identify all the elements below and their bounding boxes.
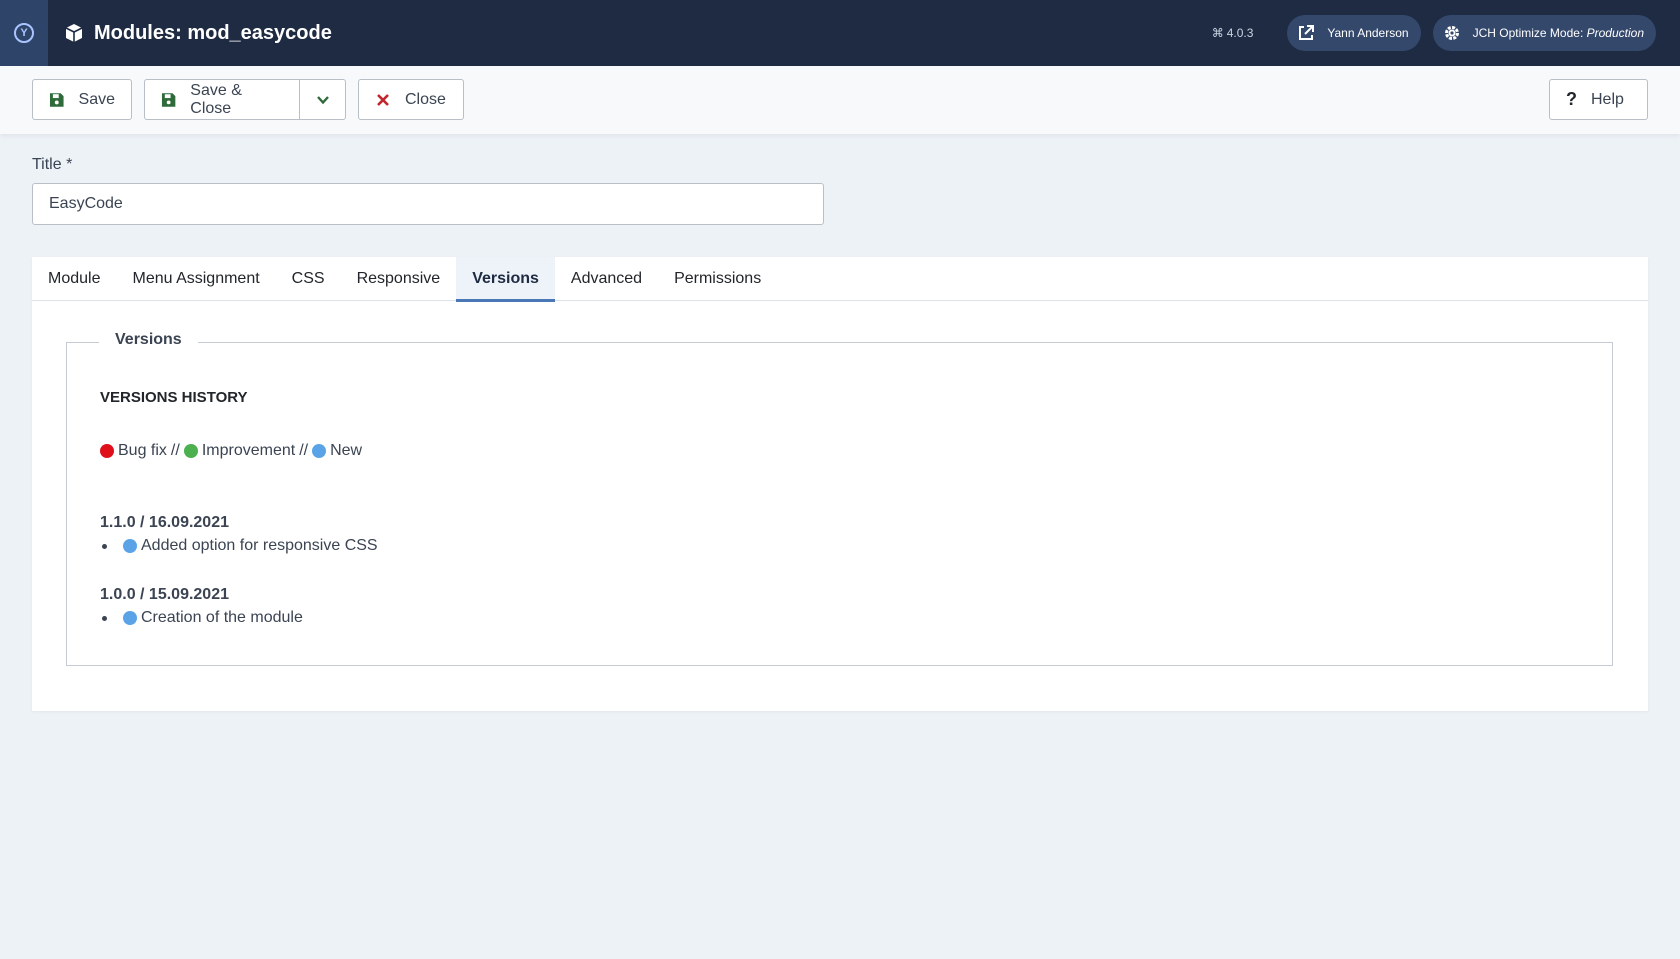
tab-menu-assignment[interactable]: Menu Assignment (116, 257, 275, 301)
page-title: Modules: mod_easycode (94, 21, 332, 44)
key-separator: // (299, 442, 309, 459)
tab-advanced[interactable]: Advanced (555, 257, 658, 301)
list-item: Added option for responsive CSS (100, 537, 378, 555)
release-heading: 1.1.0 / 16.09.2021 (100, 514, 229, 531)
versions-history-title: VERSIONS HISTORY (100, 389, 248, 406)
close-label: Close (405, 90, 446, 108)
help-label: Help (1591, 90, 1624, 108)
new-dot-icon (123, 539, 137, 553)
tabs-card: Module Menu Assignment CSS Responsive Ve… (32, 257, 1648, 711)
user-name: Yann Anderson (1327, 26, 1409, 40)
times-icon (377, 93, 389, 106)
save-close-label: Save & Close (190, 81, 242, 117)
bug-fix-dot-icon (100, 444, 114, 458)
key-new: New (330, 442, 363, 459)
versions-fieldset: Versions VERSIONS HISTORY Bug fix // Imp… (66, 331, 1613, 666)
joomla-mini-icon: ⌘ (1211, 26, 1224, 40)
bullet (102, 615, 107, 621)
jch-mode: Production (1586, 26, 1644, 40)
page-title-wrap: Modules: mod_easycode (64, 22, 332, 45)
new-dot-icon (123, 611, 137, 625)
change-type-key: Bug fix // Improvement // New (100, 442, 362, 460)
tab-css[interactable]: CSS (276, 257, 341, 301)
new-dot-icon (312, 444, 327, 458)
header: Y Modules: mod_easycode ⌘ 4.0.3 Yann And… (0, 0, 1680, 66)
tab-bar: Module Menu Assignment CSS Responsive Ve… (32, 257, 1648, 302)
fieldset-legend: Versions (99, 331, 198, 349)
floppy-disk-icon (49, 92, 64, 107)
key-separator: // (170, 442, 180, 459)
list-item: Creation of the module (100, 609, 303, 627)
gear-icon (1441, 22, 1463, 44)
chevron-down-icon (316, 95, 329, 104)
version-text: 4.0.3 (1226, 26, 1254, 40)
release-item-text: Added option for responsive CSS (141, 537, 378, 554)
close-button[interactable]: Close (358, 79, 464, 120)
save-label: Save (78, 90, 115, 108)
jch-label: JCH Optimize Mode: (1472, 26, 1584, 40)
save-button[interactable]: Save (32, 79, 132, 120)
header-right: ⌘ 4.0.3 Yann Anderson JCH Optimize Mode:… (1212, 15, 1680, 51)
tab-versions[interactable]: Versions (456, 257, 555, 302)
title-input[interactable] (32, 183, 824, 225)
version-badge: ⌘ 4.0.3 (1212, 26, 1254, 40)
title-label: Title * (32, 156, 73, 173)
help-button[interactable]: ? Help (1549, 79, 1648, 120)
tab-module[interactable]: Module (32, 257, 116, 301)
bullet (102, 543, 107, 549)
release-heading: 1.0.0 / 15.09.2021 (100, 586, 229, 603)
key-improvement: Improvement (201, 442, 296, 459)
external-link-icon (1295, 22, 1317, 44)
save-options-dropdown[interactable] (299, 79, 346, 120)
jch-optimize-button[interactable]: JCH Optimize Mode: Production (1432, 15, 1656, 51)
joomla-logo-icon: Y (14, 23, 34, 43)
tab-permissions[interactable]: Permissions (658, 257, 777, 301)
user-menu-button[interactable]: Yann Anderson (1287, 15, 1421, 51)
improvement-dot-icon (183, 444, 198, 458)
toolbar: Save Save & Close Close ? Help (0, 66, 1680, 134)
tab-responsive[interactable]: Responsive (341, 257, 457, 301)
cube-icon (65, 24, 83, 42)
key-bug-fix: Bug fix (118, 442, 167, 459)
save-close-button[interactable]: Save & Close (144, 79, 300, 120)
logo[interactable]: Y (0, 0, 48, 66)
question-icon: ? (1566, 89, 1577, 109)
release-item-text: Creation of the module (141, 609, 303, 626)
floppy-disk-icon (161, 92, 176, 107)
